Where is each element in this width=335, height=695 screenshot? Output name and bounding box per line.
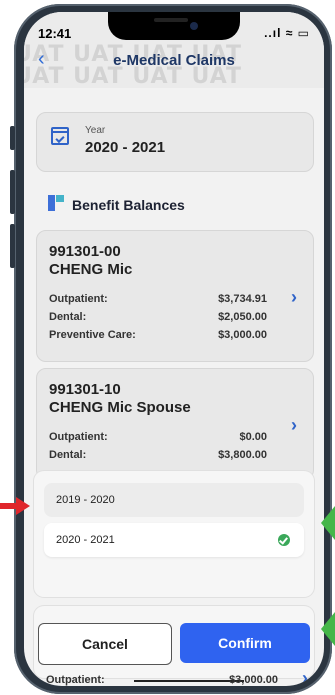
year-value: 2020 - 2021: [85, 139, 166, 156]
member-card[interactable]: 991301-00 CHENG Mic Outpatient: $3,734.9…: [36, 230, 314, 362]
benefit-label: Outpatient:: [49, 431, 108, 443]
chevron-right-icon[interactable]: ›: [291, 415, 297, 436]
benefit-value: $3,000.00: [229, 674, 278, 686]
benefits-logo-icon: [48, 195, 64, 211]
notch: [108, 12, 240, 40]
benefit-label: Dental:: [49, 311, 87, 323]
year-option-label: 2020 - 2021: [56, 534, 115, 546]
status-time: 12:41: [38, 26, 72, 41]
member-name: CHENG Mic: [49, 261, 133, 278]
benefit-label: Dental:: [49, 449, 87, 461]
chevron-right-icon[interactable]: ›: [291, 287, 297, 308]
action-sheet: Cancel Confirm: [34, 606, 314, 678]
benefit-label: Outpatient:: [49, 293, 108, 305]
benefit-label: Outpatient:: [46, 674, 105, 686]
mute-switch: [10, 126, 15, 150]
year-option[interactable]: 2019 - 2020: [44, 483, 304, 517]
calendar-check-icon: [51, 127, 69, 145]
phone-screen: UAT UAT UAT UAT UAT UAT UAT UAT 12:41 ..…: [24, 12, 324, 686]
member-name: CHENG Mic Spouse: [49, 399, 191, 416]
front-camera: [190, 22, 198, 30]
check-circle-icon: [278, 534, 290, 546]
volume-down-button: [10, 224, 15, 268]
benefit-value: $3,734.91: [218, 293, 267, 305]
volume-up-button: [10, 170, 15, 214]
benefit-value: $3,800.00: [218, 449, 267, 461]
benefit-value: $0.00: [239, 431, 267, 443]
year-option-selected[interactable]: 2020 - 2021: [44, 523, 304, 557]
benefit-value: $2,050.00: [218, 311, 267, 323]
swipe-line: [134, 680, 244, 682]
member-card[interactable]: 991301-10 CHENG Mic Spouse Outpatient: $…: [36, 368, 314, 480]
confirm-button[interactable]: Confirm: [180, 623, 310, 663]
status-icons: ..ıl ≈ ▭: [264, 26, 310, 40]
chevron-right-icon[interactable]: ›: [302, 668, 308, 686]
year-selector-card[interactable]: Year 2020 - 2021: [36, 112, 314, 172]
year-option-label: 2019 - 2020: [56, 494, 115, 506]
red-arrow-marker-icon: [0, 497, 30, 515]
year-picker-sheet: 2019 - 2020 2020 - 2021: [34, 471, 314, 597]
page-title: e-Medical Claims: [113, 52, 235, 69]
speaker: [154, 18, 188, 22]
benefit-value: $3,000.00: [218, 329, 267, 341]
cancel-button[interactable]: Cancel: [38, 623, 172, 665]
section-title: Benefit Balances: [72, 197, 185, 213]
benefit-label: Preventive Care:: [49, 329, 136, 341]
member-id: 991301-10: [49, 381, 121, 398]
member-id: 991301-00: [49, 243, 121, 260]
peek-benefit-row: Outpatient: $3,000.00 ›: [34, 668, 314, 686]
year-label: Year: [85, 125, 106, 136]
